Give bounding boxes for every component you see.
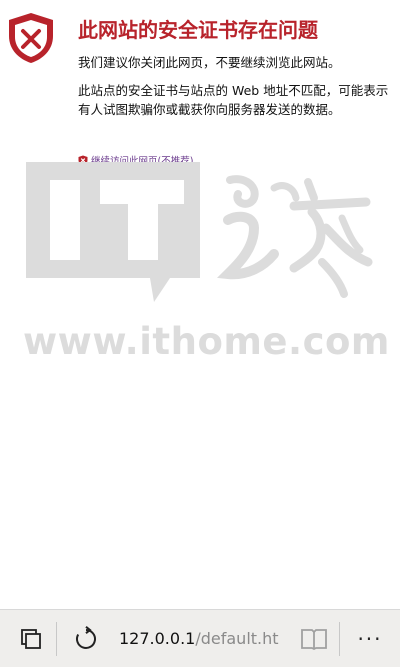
tabs-icon xyxy=(21,628,41,649)
error-detail: 此站点的安全证书与站点的 Web 地址不匹配，可能表示有人试图欺骗你或截获你向服… xyxy=(78,83,389,117)
reading-view-icon xyxy=(301,628,327,650)
address-bar[interactable]: 127.0.0.1/default.ht xyxy=(111,610,289,667)
error-recommendation: 我们建议你关闭此网页，不要继续浏览此网站。 xyxy=(78,55,341,70)
small-shield-icon xyxy=(78,155,88,165)
address-path: /default.ht xyxy=(195,629,279,648)
certificate-error-page: 此网站的安全证书存在问题 我们建议你关闭此网页，不要继续浏览此网站。 此站点的安… xyxy=(0,0,400,610)
refresh-button[interactable] xyxy=(61,610,111,667)
toolbar-divider xyxy=(56,621,57,656)
browser-toolbar: 127.0.0.1/default.ht ··· xyxy=(0,609,400,667)
continue-link-text: 继续访问此网页(不推荐) xyxy=(91,156,194,167)
more-actions-button[interactable]: ··· xyxy=(340,610,400,667)
tabs-button[interactable] xyxy=(6,610,56,667)
error-title: 此网站的安全证书存在问题 xyxy=(78,18,318,42)
refresh-icon xyxy=(76,625,96,649)
continue-to-website-link[interactable]: 继续访问此网页(不推荐) xyxy=(78,153,193,167)
address-host: 127.0.0.1 xyxy=(119,629,196,648)
browser-page: 此网站的安全证书存在问题 我们建议你关闭此网页，不要继续浏览此网站。 此站点的安… xyxy=(0,0,400,667)
shield-error-icon xyxy=(9,13,53,63)
reading-view-button[interactable] xyxy=(289,610,339,667)
